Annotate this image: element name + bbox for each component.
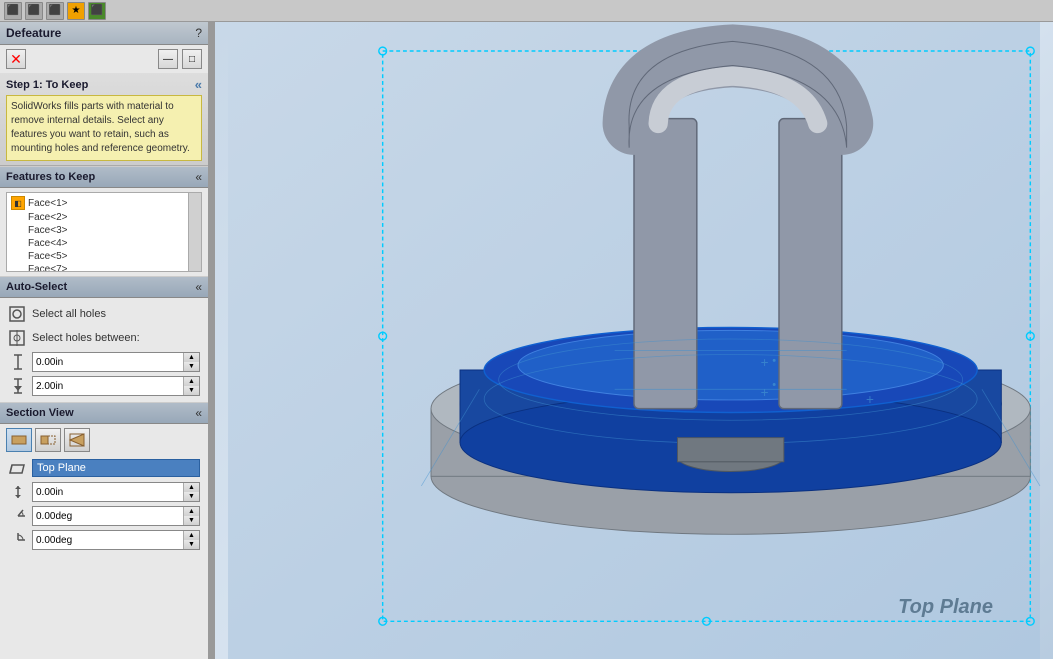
select-all-holes-row[interactable]: Select all holes — [4, 302, 204, 326]
spin-up-angle2[interactable]: ▲ — [183, 531, 199, 540]
panel-title: Defeature — [6, 26, 61, 40]
toolbar-icon-2[interactable]: ⬛ — [25, 2, 43, 20]
section-view-title: Section View — [6, 407, 74, 419]
viewport-svg: + + + — [215, 22, 1053, 659]
auto-select-section: Select all holes Select holes between: — [0, 298, 208, 402]
panel-help-icon[interactable]: ? — [195, 26, 202, 40]
auto-select-header[interactable]: Auto-Select « — [0, 276, 208, 298]
spin-buttons-angle2: ▲ ▼ — [183, 531, 199, 549]
input-value-1-container: ▲ ▼ — [32, 352, 200, 372]
offset-input-row: ▲ ▼ — [4, 480, 204, 504]
input-row-1: ▲ ▼ — [4, 350, 204, 374]
toolbar: ⬛ ⬛ ⬛ ★ ⬛ — [0, 0, 1053, 22]
toolbar-icon-4[interactable]: ★ — [67, 2, 85, 20]
sv-button-section[interactable] — [64, 428, 90, 452]
plane-input-row — [4, 456, 204, 480]
select-holes-between-row[interactable]: Select holes between: — [4, 326, 204, 350]
angle1-input[interactable] — [33, 507, 183, 525]
minimize-button[interactable]: — — [158, 49, 178, 69]
section-view-collapse-icon[interactable]: « — [195, 406, 202, 420]
step-info-box: Step 1: To Keep « SolidWorks fills parts… — [0, 73, 208, 166]
spin-buttons-offset: ▲ ▼ — [183, 483, 199, 501]
sv-button-flat[interactable] — [6, 428, 32, 452]
select-holes-between-label: Select holes between: — [32, 332, 140, 344]
list-item: Face<3> — [9, 224, 199, 237]
angle1-input-container: ▲ ▼ — [32, 506, 200, 526]
auto-select-collapse-icon[interactable]: « — [195, 280, 202, 294]
panel-header: Defeature ? — [0, 22, 208, 45]
angle2-input-container: ▲ ▼ — [32, 530, 200, 550]
left-panel: Defeature ? ✕ — □ Step 1: To Keep « Soli… — [0, 22, 210, 659]
svg-text:+: + — [761, 385, 769, 400]
section-view-buttons — [4, 428, 204, 452]
step-title: Step 1: To Keep « — [6, 77, 202, 92]
spin-buttons-1: ▲ ▼ — [183, 353, 199, 371]
face-icon-1: ◧ — [11, 196, 25, 210]
feature-list-container: ◧ Face<1> Face<2> Face<3> Face<4> Face<5… — [6, 192, 202, 272]
sv-button-half[interactable] — [35, 428, 61, 452]
spin-down-offset[interactable]: ▼ — [183, 492, 199, 501]
feature-list-scrollbar[interactable] — [188, 193, 201, 271]
svg-text:+: + — [866, 392, 874, 407]
list-item: Face<2> — [9, 211, 199, 224]
plane-icon — [8, 458, 28, 478]
select-all-holes-label: Select all holes — [32, 308, 106, 320]
spin-down-angle2[interactable]: ▼ — [183, 540, 199, 549]
offset-input-container: ▲ ▼ — [32, 482, 200, 502]
auto-select-title: Auto-Select — [6, 281, 67, 293]
spin-buttons-2: ▲ ▼ — [183, 377, 199, 395]
input-value-1[interactable] — [33, 353, 183, 371]
top-plane-label: Top Plane — [898, 596, 993, 619]
spin-up-1[interactable]: ▲ — [183, 353, 199, 362]
feature-list: ◧ Face<1> Face<2> Face<3> Face<4> Face<5… — [7, 193, 201, 272]
list-item: Face<4> — [9, 237, 199, 250]
angle2-input-row: ▲ ▼ — [4, 528, 204, 552]
spin-up-offset[interactable]: ▲ — [183, 483, 199, 492]
spin-down-2[interactable]: ▼ — [183, 386, 199, 395]
angle2-input[interactable] — [33, 531, 183, 549]
features-collapse-icon[interactable]: « — [195, 170, 202, 184]
main-layout: Defeature ? ✕ — □ Step 1: To Keep « Soli… — [0, 22, 1053, 659]
spin-up-angle1[interactable]: ▲ — [183, 507, 199, 516]
select-all-holes-icon — [8, 305, 26, 323]
spin-down-angle1[interactable]: ▼ — [183, 516, 199, 525]
features-to-keep-title: Features to Keep — [6, 171, 95, 183]
spin-down-1[interactable]: ▼ — [183, 362, 199, 371]
spin-up-2[interactable]: ▲ — [183, 377, 199, 386]
angle1-icon — [8, 506, 28, 526]
input-value-2[interactable] — [33, 377, 183, 395]
svg-text:+: + — [761, 355, 769, 370]
toolbar-icon-1[interactable]: ⬛ — [4, 2, 22, 20]
height-min-icon — [8, 352, 28, 372]
features-section: ◧ Face<1> Face<2> Face<3> Face<4> Face<5… — [0, 188, 208, 276]
maximize-button[interactable]: □ — [182, 49, 202, 69]
section-view-header[interactable]: Section View « — [0, 402, 208, 424]
close-button[interactable]: ✕ — [6, 49, 26, 69]
spin-buttons-angle1: ▲ ▼ — [183, 507, 199, 525]
list-item: Face<7> — [9, 263, 199, 272]
section-view-area: ▲ ▼ ▲ ▼ — [0, 424, 208, 556]
height-max-icon — [8, 376, 28, 396]
step-info-text: SolidWorks fills parts with material to … — [6, 95, 202, 161]
list-item: Face<5> — [9, 250, 199, 263]
offset-icon — [8, 482, 28, 502]
offset-input[interactable] — [33, 483, 183, 501]
panel-action-row: ✕ — □ — [0, 45, 208, 73]
list-item: ◧ Face<1> — [9, 195, 199, 211]
angle1-input-row: ▲ ▼ — [4, 504, 204, 528]
toolbar-icon-3[interactable]: ⬛ — [46, 2, 64, 20]
features-to-keep-header[interactable]: Features to Keep « — [0, 166, 208, 188]
plane-input[interactable] — [32, 459, 200, 477]
toolbar-icon-5[interactable]: ⬛ — [88, 2, 106, 20]
viewport[interactable]: + + + Top Plane — [215, 22, 1053, 659]
angle2-icon — [8, 530, 28, 550]
step-collapse-icon[interactable]: « — [195, 77, 202, 92]
input-row-2: ▲ ▼ — [4, 374, 204, 398]
input-value-2-container: ▲ ▼ — [32, 376, 200, 396]
select-holes-between-icon — [8, 329, 26, 347]
